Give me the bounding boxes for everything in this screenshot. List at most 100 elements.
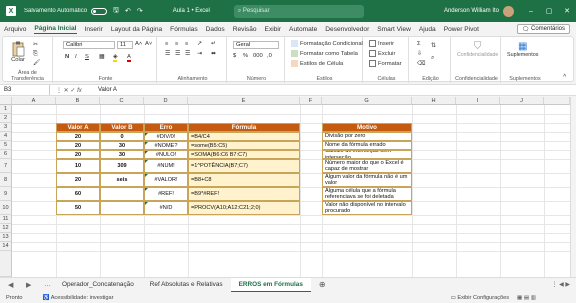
cell-valor-a[interactable]: 20 [56, 141, 100, 150]
cell-erro[interactable]: #REF! [144, 187, 188, 201]
cell-valor-b[interactable]: 30 [100, 141, 144, 150]
cell-valor-a[interactable]: 50 [56, 201, 100, 215]
cell-erro[interactable]: #N/D [144, 201, 188, 215]
row-header[interactable]: 14 [0, 242, 12, 251]
percent-icon[interactable]: % [243, 53, 248, 59]
avatar[interactable] [503, 5, 514, 17]
cell-valor-a[interactable]: 10 [56, 159, 100, 173]
cell-formula[interactable]: =some(B5:C5) [188, 141, 300, 150]
row-header[interactable]: 10 [0, 201, 12, 215]
cell-valor-a[interactable]: 20 [56, 173, 100, 187]
row-header[interactable]: 12 [0, 224, 12, 233]
align-top-icon[interactable]: ≡ [165, 41, 168, 47]
undo-icon[interactable]: ↶ [125, 7, 131, 15]
column-header[interactable]: J [500, 97, 544, 105]
fx-icon[interactable]: ⋮ ✕ ✓ fx [56, 87, 92, 94]
cell-formula[interactable]: =B8+C8 [188, 173, 300, 187]
prev-sheet-icon[interactable]: ◀ [8, 281, 18, 289]
row-header[interactable]: 5 [0, 141, 12, 150]
row-header[interactable]: 9 [0, 187, 12, 201]
merge-center-icon[interactable]: ⬌ [211, 51, 216, 57]
formula-content[interactable]: Valor A [98, 87, 117, 93]
autosave-toggle[interactable] [91, 7, 108, 15]
close-icon[interactable]: ✕ [558, 7, 576, 15]
cell-erro[interactable]: #DIV/0! [144, 132, 188, 141]
sort-filter-icon[interactable]: ⇅ [431, 43, 436, 49]
header-formula[interactable]: Fórmula [188, 123, 300, 132]
row-header[interactable]: 3 [0, 123, 12, 132]
motivo-cell[interactable]: Número maior do que o Excel é capaz de m… [322, 159, 412, 173]
motivo-cell[interactable]: Nome da fórmula errado [322, 141, 412, 150]
cell-erro[interactable]: #NOME? [144, 141, 188, 150]
tab-dados[interactable]: Dados [206, 26, 225, 33]
header-erro[interactable]: Erro [144, 123, 188, 132]
format-as-table-button[interactable]: Formatar como Tabela [291, 50, 358, 57]
fill-icon[interactable]: ⇩ [417, 51, 422, 57]
row-header[interactable]: 4 [0, 132, 12, 141]
font-color-icon[interactable]: A [127, 54, 131, 62]
cell-valor-b[interactable]: 30 [100, 150, 144, 159]
search-box[interactable]: ⌕ Pesquisar [233, 4, 364, 18]
column-header[interactable]: G [322, 97, 412, 105]
tab-automate[interactable]: Automate [289, 26, 317, 33]
insert-cells-button[interactable]: Inserir [369, 40, 394, 47]
cell-valor-a[interactable]: 20 [56, 150, 100, 159]
worksheet-grid[interactable]: A B C D E F G H I J 1 2 3 4 5 6 7 8 9 10… [0, 97, 570, 277]
borders-icon[interactable]: ▦ [99, 54, 104, 60]
cell-valor-b[interactable] [100, 187, 144, 201]
addins-button[interactable]: ▦ Suplementos [507, 41, 538, 58]
comma-style-icon[interactable]: 000 [253, 53, 263, 59]
motivo-cell[interactable]: Divisão por zero [322, 132, 412, 141]
align-middle-icon[interactable]: ≡ [175, 41, 178, 47]
cut-icon[interactable]: ✂ [33, 42, 38, 48]
cell-formula[interactable]: =PROCV(A10;A12:C21;2;0) [188, 201, 300, 215]
column-header[interactable]: F [300, 97, 322, 105]
redo-icon[interactable]: ↷ [137, 7, 143, 15]
motivo-cell[interactable]: Alguma célula que a fórmula referenciava… [322, 187, 412, 201]
delete-cells-button[interactable]: Excluir [369, 50, 395, 57]
document-title[interactable]: Aula 1 • Excel [173, 8, 210, 14]
collapse-ribbon-icon[interactable]: ˄ [563, 73, 566, 79]
shrink-font-icon[interactable]: A˅ [145, 41, 152, 47]
row-header[interactable]: 1 [0, 105, 12, 114]
sheet-tab-ref-absolutas[interactable]: Ref Absolutas e Relativas [142, 278, 231, 292]
copy-icon[interactable]: ⎘ [33, 51, 38, 58]
orientation-icon[interactable]: ↗ [197, 41, 202, 47]
motivo-cell[interactable]: Algum valor da fórmula não é um valor [322, 173, 412, 187]
grow-font-icon[interactable]: A˄ [135, 41, 142, 47]
wrap-text-icon[interactable]: ↵ [211, 41, 216, 47]
tab-layout[interactable]: Layout da Página [111, 26, 162, 33]
cell-erro[interactable]: #VALOR! [144, 173, 188, 187]
sheet-tab-erros-formulas[interactable]: ERROS em Fórmulas [230, 277, 311, 292]
tab-exibir[interactable]: Exibir [265, 26, 282, 33]
number-format-select[interactable]: Geral [233, 41, 279, 49]
maximize-icon[interactable]: ▢ [540, 7, 558, 15]
align-bottom-icon[interactable]: ≡ [185, 41, 188, 47]
indent-icon[interactable]: ⇥ [197, 51, 202, 57]
sheet-scroll-icon[interactable]: ⋮ ◀ ▶ [551, 281, 570, 288]
column-header[interactable]: C [100, 97, 144, 105]
select-all-corner[interactable] [0, 97, 12, 105]
tab-power-pivot[interactable]: Power Pivot [444, 26, 479, 33]
cell-valor-a[interactable]: 20 [56, 132, 100, 141]
accessibility-status[interactable]: ♿ Acessibilidade: investigar [42, 295, 113, 301]
cell-erro[interactable]: #NUM! [144, 159, 188, 173]
bold-icon[interactable]: N [65, 54, 69, 60]
fill-color-icon[interactable]: ◈ [113, 54, 118, 62]
cell-valor-b[interactable]: 0 [100, 132, 144, 141]
cell-styles-button[interactable]: Estilos de Célula [291, 60, 343, 67]
find-select-icon[interactable]: ⌕ [431, 55, 434, 62]
currency-icon[interactable]: $ [233, 53, 236, 59]
tab-formulas[interactable]: Fórmulas [170, 26, 197, 33]
align-center-icon[interactable]: ☰ [175, 51, 180, 57]
header-valor-a[interactable]: Valor A [56, 123, 100, 132]
vertical-scrollbar[interactable] [570, 97, 576, 277]
view-mode-icons[interactable]: ▦ ▤ ▥ [517, 295, 536, 301]
underline-icon[interactable]: S [85, 54, 89, 60]
cell-formula[interactable]: =SOMA(B6:C6 B7:C7) [188, 150, 300, 159]
tab-revisao[interactable]: Revisão [233, 26, 257, 33]
comments-button[interactable]: 🗨 Comentários [516, 24, 570, 34]
confidentiality-button[interactable]: ⛉ Confidencialidade [457, 41, 498, 58]
column-header[interactable]: A [12, 97, 56, 105]
font-name-select[interactable]: Calibri [63, 41, 115, 49]
